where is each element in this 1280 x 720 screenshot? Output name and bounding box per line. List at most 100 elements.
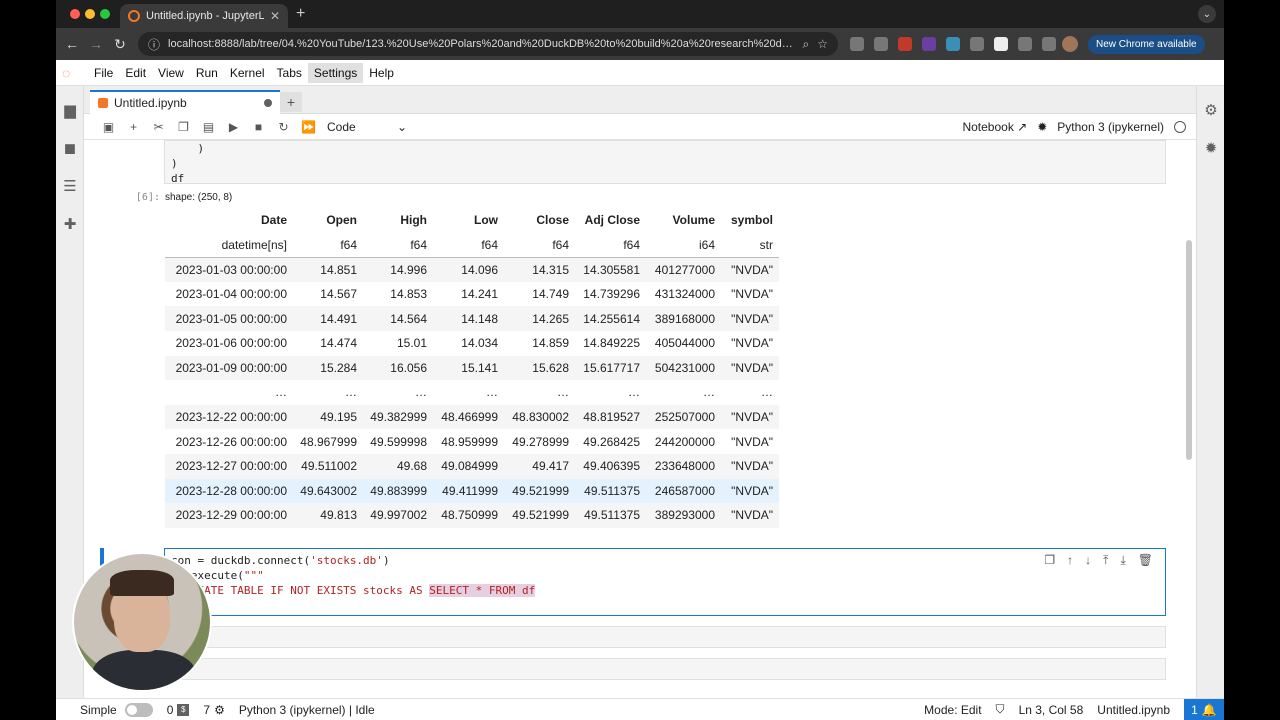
new-launcher-button[interactable]: + [280,92,302,112]
table-cell: "NVDA" [721,453,779,479]
status-bar-right: Mode: Edit ⛉ Ln 3, Col 58 Untitled.ipynb… [924,698,1224,720]
notebook-panel: ) ) df [6]: shape: (250, 8) Date Open Hi… [84,140,1196,698]
extension-icon[interactable] [994,37,1008,51]
table-cell: 14.255614 [575,306,646,331]
file-browser-icon[interactable]: ▆ [56,96,84,124]
paste-icon[interactable]: ▤ [196,120,221,134]
table-cell: "NVDA" [721,306,779,331]
delete-cell-icon[interactable]: 🗑 [1138,553,1153,568]
property-inspector-icon[interactable]: ⚙ [1197,96,1224,124]
active-code-cell[interactable]: con = duckdb.connect('stocks.db') execut… [164,548,1166,616]
new-tab-button[interactable]: + [296,5,305,23]
code-line: ) [171,142,205,155]
profile-avatar[interactable] [1062,36,1078,52]
insert-cell-icon[interactable]: + [121,120,146,134]
previous-code-cell[interactable]: ) ) df [164,140,1166,185]
terminals-count-value: 0 [166,702,174,717]
duplicate-cell-icon[interactable]: ❐ [1044,553,1055,568]
move-down-icon[interactable]: ↓ [1085,553,1091,568]
site-info-icon[interactable]: ⓘ [148,36,160,53]
menu-edit[interactable]: Edit [119,63,152,83]
bug-icon[interactable]: ✹ [1037,120,1047,134]
move-up-icon[interactable]: ↑ [1067,553,1073,568]
table-cell: 2023-01-05 00:00:00 [165,306,293,331]
menu-settings[interactable]: Settings [307,62,364,83]
forward-button[interactable]: → [84,36,108,52]
reload-button[interactable]: ↻ [108,36,132,53]
table-row: 2023-12-27 00:00:00 49.511002 49.68 49.0849… [165,453,779,479]
table-cell: 15.628 [504,355,575,381]
table-cell: 49.813 [293,503,363,528]
zoom-icon[interactable]: ⌕ [803,37,810,52]
simple-mode-label: Simple [80,702,117,717]
back-button[interactable]: ← [60,36,84,52]
unsaved-dot-icon[interactable] [264,99,272,107]
insert-above-icon[interactable]: ⤒ [1103,553,1108,568]
cell-type-select[interactable]: Code ⌄ [327,120,407,134]
address-bar[interactable]: ⓘ localhost:8888/lab/tree/04.%20YouTube/… [138,32,838,56]
cursor-position[interactable]: Ln 3, Col 58 [1019,703,1084,717]
tab-search-icon[interactable]: ⌄ [1198,5,1216,23]
column-header: Adj Close [584,213,640,228]
table-dtype-row: datetime[ns] f64 f64 f64 f64 f64 i64 str [165,232,779,258]
open-notebook-button[interactable]: Notebook ↗ [962,120,1027,134]
terminals-count[interactable]: 0 $ [167,703,190,717]
table-cell: 14.859 [532,336,569,351]
column-dtype: f64 [433,232,504,258]
menu-kernel[interactable]: Kernel [224,63,271,83]
table-of-contents-icon[interactable]: ☰ [56,172,84,200]
notebook-tab-title: Untitled.ipynb [114,96,187,110]
menu-view[interactable]: View [152,63,190,83]
insert-below-icon[interactable]: ⤓ [1120,553,1125,568]
notebook-scrollbar[interactable] [1186,240,1192,460]
running-sessions-icon[interactable]: ◼ [56,134,84,162]
maximize-window-button[interactable] [100,9,110,19]
close-window-button[interactable] [70,9,80,19]
notebook-tab[interactable]: Untitled.ipynb [90,90,280,114]
extension-icon[interactable] [874,37,888,51]
mode-indicator: Mode: Edit [924,702,982,717]
empty-code-cell[interactable] [164,658,1166,680]
close-tab-icon[interactable]: ✕ [270,9,280,23]
extension-manager-icon[interactable]: ✚ [56,210,84,238]
menu-file[interactable]: File [88,63,119,83]
simple-mode-toggle[interactable] [124,702,153,717]
table-cell: 49.417 [504,453,575,479]
menu-tabs[interactable]: Tabs [271,63,308,83]
fast-forward-icon[interactable]: ⏩ [296,120,321,134]
kernels-count[interactable]: 7 ⚙ [203,703,224,717]
empty-code-cell[interactable] [164,626,1166,648]
run-icon[interactable]: ▶ [221,120,246,134]
debugger-icon[interactable]: ✹ [1197,134,1224,162]
table-cell: 14.849225 [583,336,640,351]
extension-icon[interactable] [850,37,864,51]
shield-icon[interactable]: ⛉ [996,702,1005,717]
kernel-status[interactable]: Python 3 (ipykernel) | Idle [239,703,375,717]
save-icon[interactable]: ▣ [96,120,121,134]
table-cell: 14.564 [363,306,433,331]
extension-icon[interactable] [970,37,984,51]
minimize-window-button[interactable] [85,9,95,19]
new-chrome-available-button[interactable]: New Chrome available [1088,34,1205,54]
table-cell: … [275,385,287,400]
code-line: con = duckdb.connect('stocks.db') [171,553,535,568]
browser-tab[interactable]: Untitled.ipynb - JupyterLab ✕ [120,4,288,28]
side-panel-icon[interactable] [1042,37,1056,51]
stop-icon[interactable]: ■ [246,120,271,134]
copy-icon[interactable]: ❐ [171,120,196,134]
menu-run[interactable]: Run [190,63,224,83]
menu-help[interactable]: Help [363,63,400,83]
puzzle-extensions-icon[interactable] [1018,37,1032,51]
restart-icon[interactable]: ↻ [271,120,296,134]
extension-icon[interactable] [922,37,936,51]
extension-icon[interactable] [898,37,912,51]
kernel-name[interactable]: Python 3 (ipykernel) [1057,120,1164,134]
bookmark-star-icon[interactable]: ☆ [817,37,828,51]
extension-icon[interactable] [946,37,960,51]
table-cell: 14.096 [433,257,504,282]
cut-icon[interactable]: ✂ [146,120,171,134]
code-editor[interactable]: con = duckdb.connect('stocks.db') execut… [171,553,536,598]
table-cell: … [486,385,498,400]
notifications-button[interactable]: 1 🔔 [1184,698,1224,720]
status-bar: Simple 0 $ 7 ⚙ Python 3 (ipykernel) | Idle… [56,698,1224,720]
